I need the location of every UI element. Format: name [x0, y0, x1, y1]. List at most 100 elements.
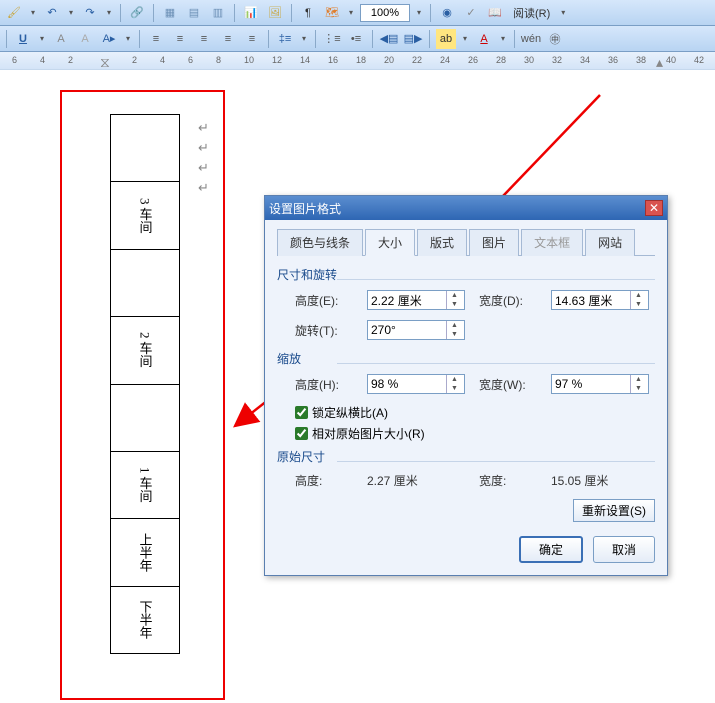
- format-painter-icon[interactable]: 🖌: [4, 3, 24, 23]
- spin-down-icon[interactable]: ▼: [447, 300, 462, 309]
- underline-icon[interactable]: U: [13, 29, 33, 49]
- read-label: 阅读(R): [513, 5, 550, 21]
- indent-marker[interactable]: ⧖: [100, 54, 110, 71]
- scale-height-spinner[interactable]: ▲▼: [367, 374, 465, 394]
- format-painter-dropdown[interactable]: ▾: [28, 3, 38, 23]
- label-rotate-t: 旋转(T):: [295, 322, 353, 339]
- label-width-d: 宽度(D):: [479, 292, 537, 309]
- align-distribute-icon[interactable]: ≡: [242, 29, 262, 49]
- scale-width-input[interactable]: [552, 375, 630, 393]
- font-color-icon[interactable]: A: [474, 29, 494, 49]
- decrease-indent-icon[interactable]: ◀▤: [379, 29, 399, 49]
- rotated-image-table[interactable]: 3 车间 2 车间 1 车间 上半年 下半年: [110, 114, 180, 654]
- show-para-icon[interactable]: ¶: [298, 3, 318, 23]
- check-icon[interactable]: ✓: [461, 3, 481, 23]
- font-color-a-icon[interactable]: A: [51, 29, 71, 49]
- cancel-button[interactable]: 取消: [593, 536, 655, 563]
- redo-icon[interactable]: ↷: [80, 3, 100, 23]
- table-cell: 3 车间: [136, 198, 155, 234]
- align-right-icon[interactable]: ≡: [194, 29, 214, 49]
- increase-indent-icon[interactable]: ▤▶: [403, 29, 423, 49]
- read-dropdown[interactable]: ▾: [558, 3, 568, 23]
- clear-format-icon[interactable]: A▸: [99, 29, 119, 49]
- zoom-dropdown[interactable]: ▾: [414, 3, 424, 23]
- spin-up-icon[interactable]: ▲: [447, 375, 462, 384]
- rotate-input[interactable]: [368, 321, 446, 339]
- table-icon[interactable]: ▦: [160, 3, 180, 23]
- chart-icon[interactable]: 📊: [241, 3, 261, 23]
- tab-picture[interactable]: 图片: [469, 229, 519, 256]
- read-mode-button[interactable]: 阅读(R): [509, 5, 554, 21]
- phonetic-guide-icon[interactable]: wén: [521, 29, 541, 49]
- spin-up-icon[interactable]: ▲: [447, 321, 462, 330]
- align-justify-icon[interactable]: ≡: [218, 29, 238, 49]
- table-cell: 2 车间: [136, 332, 155, 368]
- spin-up-icon[interactable]: ▲: [447, 291, 462, 300]
- width-spinner[interactable]: ▲▼: [551, 290, 649, 310]
- paragraph-mark: ↵: [198, 180, 209, 196]
- numbering-icon[interactable]: ⋮≡: [322, 29, 342, 49]
- section-original: 原始尺寸: [277, 448, 655, 465]
- line-spacing-icon[interactable]: ‡≡: [275, 29, 295, 49]
- line-spacing-dropdown[interactable]: ▾: [299, 29, 309, 49]
- link-icon[interactable]: 🔗: [127, 3, 147, 23]
- tab-size[interactable]: 大小: [365, 229, 415, 256]
- align-center-icon[interactable]: ≡: [170, 29, 190, 49]
- right-indent-marker[interactable]: ▴: [656, 54, 663, 71]
- spin-down-icon[interactable]: ▼: [631, 384, 646, 393]
- redo-dropdown[interactable]: ▾: [104, 3, 114, 23]
- dialog-title: 设置图片格式: [269, 200, 341, 217]
- undo-dropdown[interactable]: ▾: [66, 3, 76, 23]
- insert-table-icon[interactable]: ▤: [184, 3, 204, 23]
- spin-down-icon[interactable]: ▼: [631, 300, 646, 309]
- table-cell: 上半年: [136, 533, 155, 572]
- bullets-icon[interactable]: •≡: [346, 29, 366, 49]
- document-map-icon[interactable]: 🗺: [322, 3, 342, 23]
- highlight-icon[interactable]: ab: [436, 29, 456, 49]
- dialog-tabs: 颜色与线条 大小 版式 图片 文本框 网站: [277, 228, 655, 256]
- scale-width-spinner[interactable]: ▲▼: [551, 374, 649, 394]
- spin-down-icon[interactable]: ▼: [447, 330, 462, 339]
- ok-button[interactable]: 确定: [519, 536, 583, 563]
- tab-layout[interactable]: 版式: [417, 229, 467, 256]
- tab-colors-lines[interactable]: 颜色与线条: [277, 229, 363, 256]
- font-outline-a-icon[interactable]: A: [75, 29, 95, 49]
- horizontal-ruler[interactable]: 6 4 2 ⧖ 2 4 6 8 10 12 14 16 18 20 22 24 …: [0, 52, 715, 70]
- enclose-char-icon[interactable]: ㊥: [545, 29, 565, 49]
- document-map-dropdown[interactable]: ▾: [346, 3, 356, 23]
- width-input[interactable]: [552, 291, 630, 309]
- height-input[interactable]: [368, 291, 446, 309]
- reset-button[interactable]: 重新设置(S): [573, 499, 655, 522]
- close-icon[interactable]: ✕: [645, 200, 663, 216]
- underline-dropdown[interactable]: ▾: [37, 29, 47, 49]
- spin-down-icon[interactable]: ▼: [447, 384, 462, 393]
- tab-web[interactable]: 网站: [585, 229, 635, 256]
- clear-format-dropdown[interactable]: ▾: [123, 29, 133, 49]
- label-lock-aspect: 锁定纵横比(A): [312, 404, 388, 421]
- columns-icon[interactable]: ▥: [208, 3, 228, 23]
- relative-original-checkbox[interactable]: [295, 427, 308, 440]
- label-height-h: 高度(H):: [295, 376, 353, 393]
- height-spinner[interactable]: ▲▼: [367, 290, 465, 310]
- undo-icon[interactable]: ↶: [42, 3, 62, 23]
- paragraph-mark: ↵: [198, 160, 209, 176]
- table-cell: 下半年: [136, 600, 155, 639]
- format-picture-dialog: 设置图片格式 ✕ 颜色与线条 大小 版式 图片 文本框 网站 尺寸和旋转 高度(…: [264, 195, 668, 576]
- align-left-icon[interactable]: ≡: [146, 29, 166, 49]
- dialog-titlebar[interactable]: 设置图片格式 ✕: [265, 196, 667, 220]
- tab-textbox: 文本框: [521, 229, 583, 256]
- book-icon[interactable]: 📖: [485, 3, 505, 23]
- table-cell: 1 车间: [136, 467, 155, 503]
- rotate-spinner[interactable]: ▲▼: [367, 320, 465, 340]
- highlight-dropdown[interactable]: ▾: [460, 29, 470, 49]
- lock-aspect-checkbox[interactable]: [295, 406, 308, 419]
- help-icon[interactable]: ◉: [437, 3, 457, 23]
- spin-up-icon[interactable]: ▲: [631, 375, 646, 384]
- spin-up-icon[interactable]: ▲: [631, 291, 646, 300]
- drawing-icon[interactable]: 🖼: [265, 3, 285, 23]
- font-color-dropdown[interactable]: ▾: [498, 29, 508, 49]
- scale-height-input[interactable]: [368, 375, 446, 393]
- main-toolbar: 🖌 ▾ ↶ ▾ ↷ ▾ 🔗 ▦ ▤ ▥ 📊 🖼 ¶ 🗺 ▾ 100% ▾ ◉ ✓…: [0, 0, 715, 26]
- section-scale: 缩放: [277, 350, 655, 367]
- zoom-input[interactable]: 100%: [360, 4, 410, 22]
